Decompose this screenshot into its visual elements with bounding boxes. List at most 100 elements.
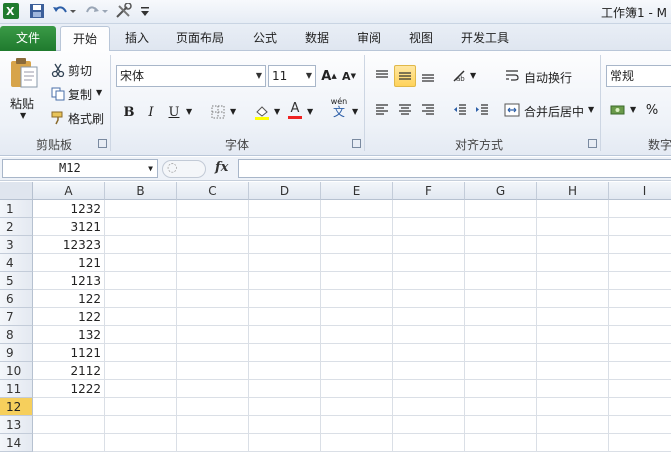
cell-f9[interactable] <box>393 344 465 362</box>
font-size-combo[interactable]: 11 ▼ <box>268 65 316 87</box>
cell-g4[interactable] <box>465 254 537 272</box>
cell-b7[interactable] <box>105 308 177 326</box>
cell-e3[interactable] <box>321 236 393 254</box>
cell-b2[interactable] <box>105 218 177 236</box>
wrap-text-icon[interactable] <box>502 65 522 87</box>
cell-g12[interactable] <box>465 398 537 416</box>
cell-b6[interactable] <box>105 290 177 308</box>
cell-i1[interactable] <box>609 200 671 218</box>
cell-c3[interactable] <box>177 236 249 254</box>
cell-f3[interactable] <box>393 236 465 254</box>
column-header-g[interactable]: G <box>465 182 537 200</box>
copy-icon[interactable] <box>50 83 66 105</box>
underline-icon[interactable]: U <box>165 101 183 123</box>
cell-a11[interactable]: 1222 <box>33 380 105 398</box>
cell-a6[interactable]: 122 <box>33 290 105 308</box>
cell-a10[interactable]: 2112 <box>33 362 105 380</box>
cell-e4[interactable] <box>321 254 393 272</box>
cell-a7[interactable]: 122 <box>33 308 105 326</box>
paste-button[interactable]: 粘贴 <box>10 95 34 112</box>
cell-d6[interactable] <box>249 290 321 308</box>
cell-h2[interactable] <box>537 218 609 236</box>
cell-g1[interactable] <box>465 200 537 218</box>
cell-i14[interactable] <box>609 434 671 452</box>
cell-a14[interactable] <box>33 434 105 452</box>
cell-b3[interactable] <box>105 236 177 254</box>
wrap-text-button[interactable]: 自动换行 <box>524 69 572 86</box>
phonetic-icon[interactable]: wén 文 <box>326 97 352 119</box>
select-all-corner[interactable] <box>0 182 33 200</box>
cell-c2[interactable] <box>177 218 249 236</box>
bold-icon[interactable]: B <box>120 101 138 123</box>
cell-c9[interactable] <box>177 344 249 362</box>
row-header-11[interactable]: 11 <box>0 380 33 398</box>
cell-d8[interactable] <box>249 326 321 344</box>
borders-dropdown-icon[interactable]: ▼ <box>230 107 236 116</box>
grow-font-icon[interactable]: A ▲ <box>320 65 338 87</box>
cell-b11[interactable] <box>105 380 177 398</box>
font-launcher-icon[interactable] <box>352 139 361 148</box>
cell-f7[interactable] <box>393 308 465 326</box>
cell-i12[interactable] <box>609 398 671 416</box>
column-header-i[interactable]: I <box>609 182 671 200</box>
cell-h13[interactable] <box>537 416 609 434</box>
orientation-dropdown-icon[interactable]: ▼ <box>470 71 476 80</box>
align-center-icon[interactable] <box>395 99 415 121</box>
cell-h4[interactable] <box>537 254 609 272</box>
cell-b13[interactable] <box>105 416 177 434</box>
cell-f4[interactable] <box>393 254 465 272</box>
tab-formulas[interactable]: 公式 <box>243 26 287 51</box>
column-header-a[interactable]: A <box>33 182 105 200</box>
save-icon[interactable] <box>28 2 46 20</box>
cell-a2[interactable]: 3121 <box>33 218 105 236</box>
cell-g7[interactable] <box>465 308 537 326</box>
column-header-f[interactable]: F <box>393 182 465 200</box>
font-name-combo[interactable]: 宋体 ▼ <box>116 65 266 87</box>
format-painter-button[interactable]: 格式刷 <box>68 110 104 127</box>
shrink-font-icon[interactable]: A ▼ <box>340 65 358 87</box>
row-header-10[interactable]: 10 <box>0 362 33 380</box>
cell-i5[interactable] <box>609 272 671 290</box>
number-format-combo[interactable]: 常规 <box>606 65 671 87</box>
cell-g2[interactable] <box>465 218 537 236</box>
underline-dropdown-icon[interactable]: ▼ <box>186 107 192 116</box>
cell-f13[interactable] <box>393 416 465 434</box>
row-header-12[interactable]: 12 <box>0 398 33 416</box>
cell-h3[interactable] <box>537 236 609 254</box>
row-header-1[interactable]: 1 <box>0 200 33 218</box>
tab-home[interactable]: 开始 <box>60 26 110 52</box>
cell-c10[interactable] <box>177 362 249 380</box>
cell-d14[interactable] <box>249 434 321 452</box>
cell-c5[interactable] <box>177 272 249 290</box>
name-box[interactable]: M12 ▼ <box>2 159 158 178</box>
formula-input[interactable] <box>238 159 671 178</box>
font-color-dropdown-icon[interactable]: ▼ <box>307 107 313 116</box>
cell-e5[interactable] <box>321 272 393 290</box>
cell-g9[interactable] <box>465 344 537 362</box>
cell-i2[interactable] <box>609 218 671 236</box>
cell-g5[interactable] <box>465 272 537 290</box>
row-header-6[interactable]: 6 <box>0 290 33 308</box>
decrease-indent-icon[interactable] <box>450 99 470 121</box>
cell-f8[interactable] <box>393 326 465 344</box>
align-left-icon[interactable] <box>372 99 392 121</box>
percent-button[interactable]: % <box>642 99 662 121</box>
tab-insert[interactable]: 插入 <box>115 26 159 51</box>
cell-a4[interactable]: 121 <box>33 254 105 272</box>
cell-a9[interactable]: 1121 <box>33 344 105 362</box>
cell-h5[interactable] <box>537 272 609 290</box>
paste-dropdown-icon[interactable]: ▼ <box>20 111 26 120</box>
row-header-8[interactable]: 8 <box>0 326 33 344</box>
italic-icon[interactable]: I <box>142 101 160 123</box>
cell-c1[interactable] <box>177 200 249 218</box>
excel-logo-icon[interactable]: X <box>2 2 20 20</box>
borders-icon[interactable] <box>208 101 228 123</box>
cell-i3[interactable] <box>609 236 671 254</box>
cell-f14[interactable] <box>393 434 465 452</box>
paste-icon[interactable] <box>6 55 42 91</box>
increase-indent-icon[interactable] <box>472 99 492 121</box>
cell-e13[interactable] <box>321 416 393 434</box>
fill-color-dropdown-icon[interactable]: ▼ <box>274 107 280 116</box>
orientation-icon[interactable]: ab <box>450 65 470 87</box>
cell-b14[interactable] <box>105 434 177 452</box>
